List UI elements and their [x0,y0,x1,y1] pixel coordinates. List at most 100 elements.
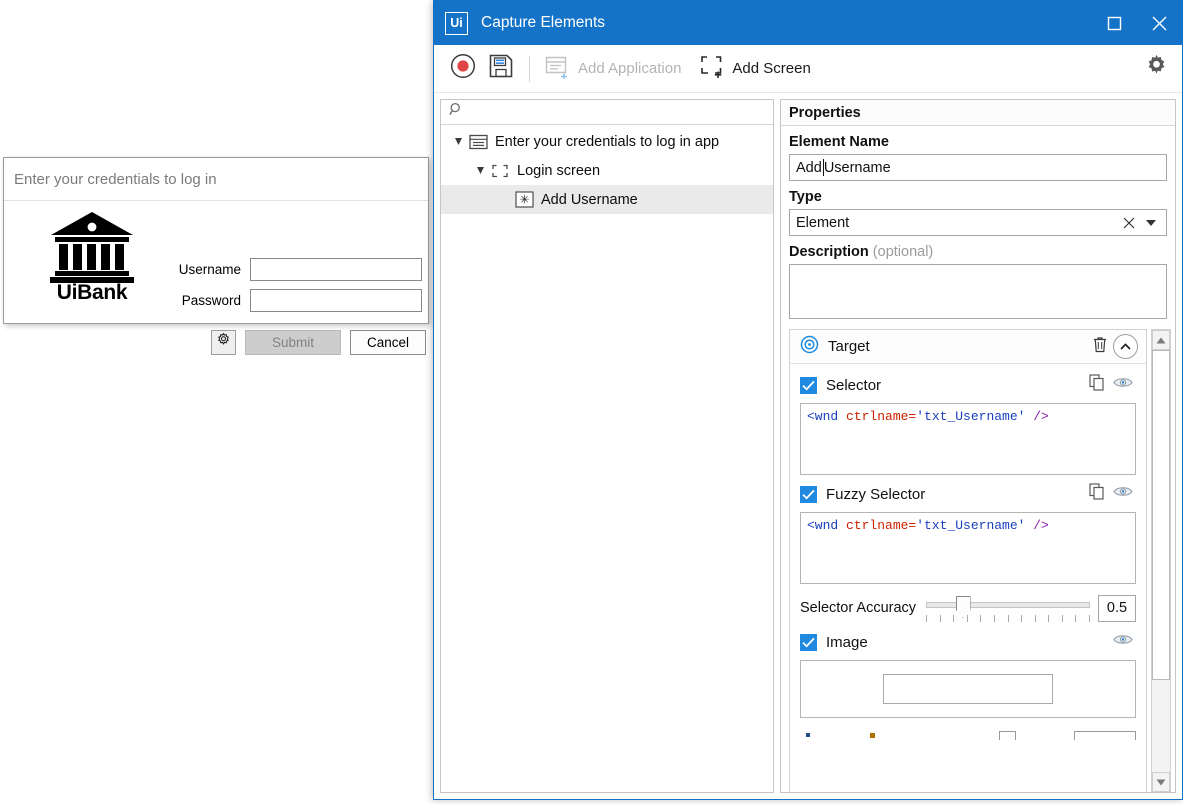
add-screen-icon [699,54,724,84]
fuzzy-selector-code-box[interactable]: <wnd ctrlname='txt_Username' /> [800,512,1136,584]
scroll-up-arrow-icon [1156,331,1166,349]
selector-code-box[interactable]: <wnd ctrlname='txt_Username' /> [800,403,1136,475]
svg-text:✳: ✳ [519,193,529,207]
expand-arrow-icon[interactable] [473,166,489,175]
add-screen-label: Add Screen [732,60,810,77]
scroll-down-button[interactable] [1152,772,1170,792]
type-value: Element [796,215,1118,231]
uibank-logo: UiBank [44,209,140,305]
clipped-checkbox[interactable] [999,731,1016,740]
cancel-button[interactable]: Cancel [350,330,426,355]
screen-icon [489,163,511,179]
gear-icon [1143,53,1170,85]
capture-titlebar: Ui Capture Elements [434,1,1182,45]
maximize-icon [1107,16,1122,31]
tree-node-application[interactable]: Enter your credentials to log in app [441,127,773,156]
username-label: Username [164,262,250,277]
selector-accuracy-slider[interactable] [926,593,1090,623]
description-optional-text: (optional) [873,244,933,260]
close-icon [1151,15,1168,32]
expand-arrow-icon[interactable] [451,137,467,146]
clear-x-icon[interactable] [1118,217,1140,229]
element-name-text-after: Username [824,160,891,176]
selector-row: Selector [800,372,1136,398]
submit-button[interactable]: Submit [245,330,341,355]
description-textarea[interactable] [789,264,1167,319]
application-icon [467,134,489,150]
uibank-settings-button[interactable] [211,330,236,355]
preview-fuzzy-selector-button[interactable] [1110,481,1136,507]
slider-ticks [926,615,1090,622]
copy-selector-button[interactable] [1084,372,1110,398]
selector-code-close: /> [1025,409,1048,424]
element-name-text-before: Add [796,160,822,176]
slider-track [926,602,1090,608]
password-input[interactable] [250,289,422,312]
image-preview-content [883,674,1053,704]
username-input[interactable] [250,258,422,281]
clipped-marker-icon-2 [870,733,875,738]
tree-search-box[interactable] [441,100,773,125]
close-button[interactable] [1137,1,1182,45]
copy-icon [1089,374,1105,396]
tree-node-label: Enter your credentials to log in app [495,134,719,150]
toolbar-settings-button[interactable] [1137,47,1176,91]
tree-node-add-username[interactable]: ✳ Add Username [441,185,773,214]
image-checkbox[interactable] [800,634,817,651]
target-scrollbar[interactable] [1151,329,1171,792]
window-title: Capture Elements [481,14,1092,32]
scrollbar-track[interactable] [1152,350,1170,772]
type-combobox[interactable]: Element [789,209,1167,236]
delete-target-button[interactable] [1087,334,1113,360]
add-screen-button[interactable]: Add Screen [693,47,822,91]
selector-code-tag: <wnd [807,409,838,424]
uibank-button-row: Submit Cancel [211,330,426,355]
fuzzy-selector-row: Fuzzy Selector [800,481,1136,507]
properties-fields: Element Name Add Username Type Element [781,126,1175,319]
preview-selector-button[interactable] [1110,372,1136,398]
scroll-up-button[interactable] [1152,330,1170,350]
selector-accuracy-row: Selector Accuracy 0.5 [800,593,1136,623]
gear-icon [216,333,231,353]
save-button[interactable] [482,47,520,91]
element-name-input[interactable]: Add Username [789,154,1167,181]
target-card-title: Target [828,338,1087,355]
selector-accuracy-value[interactable]: 0.5 [1098,595,1136,622]
selector-accuracy-label: Selector Accuracy [800,600,916,616]
type-label: Type [789,189,1167,205]
save-icon [488,53,514,84]
uipath-logo-icon: Ui [445,12,468,35]
fuzzy-code-attr: ctrlname= [838,518,916,533]
record-button[interactable] [444,47,482,91]
tree-node-label: Add Username [541,192,638,208]
selector-code-value: 'txt_Username' [916,409,1025,424]
add-application-label: Add Application [578,60,681,77]
tree-node-label: Login screen [517,163,600,179]
clipped-options-row [800,725,1136,745]
copy-icon [1089,483,1105,505]
copy-fuzzy-selector-button[interactable] [1084,481,1110,507]
image-row: Image [800,629,1136,655]
selector-checkbox[interactable] [800,377,817,394]
element-name-label: Element Name [789,134,1167,150]
toolbar-divider [529,56,530,82]
eye-icon [1113,633,1133,651]
collapse-target-button[interactable] [1113,334,1138,359]
tree-node-screen[interactable]: Login screen [441,156,773,185]
selector-label: Selector [826,377,1084,394]
fuzzy-code-value: 'txt_Username' [916,518,1025,533]
description-label: Description (optional) [789,244,1167,260]
preview-image-button[interactable] [1110,629,1136,655]
target-bullseye-icon [800,335,819,359]
add-application-button[interactable]: Add Application [539,47,693,91]
fuzzy-selector-checkbox[interactable] [800,486,817,503]
capture-elements-window: Ui Capture Elements [433,0,1183,800]
clipped-marker-icon [806,733,810,737]
clipped-field[interactable] [1074,731,1136,740]
maximize-button[interactable] [1092,1,1137,45]
scrollbar-thumb[interactable] [1152,350,1170,680]
capture-main: Enter your credentials to log in app Log… [434,93,1182,799]
password-row: Password [164,289,422,312]
chevron-down-icon[interactable] [1140,219,1162,227]
chevron-up-icon [1120,338,1131,356]
